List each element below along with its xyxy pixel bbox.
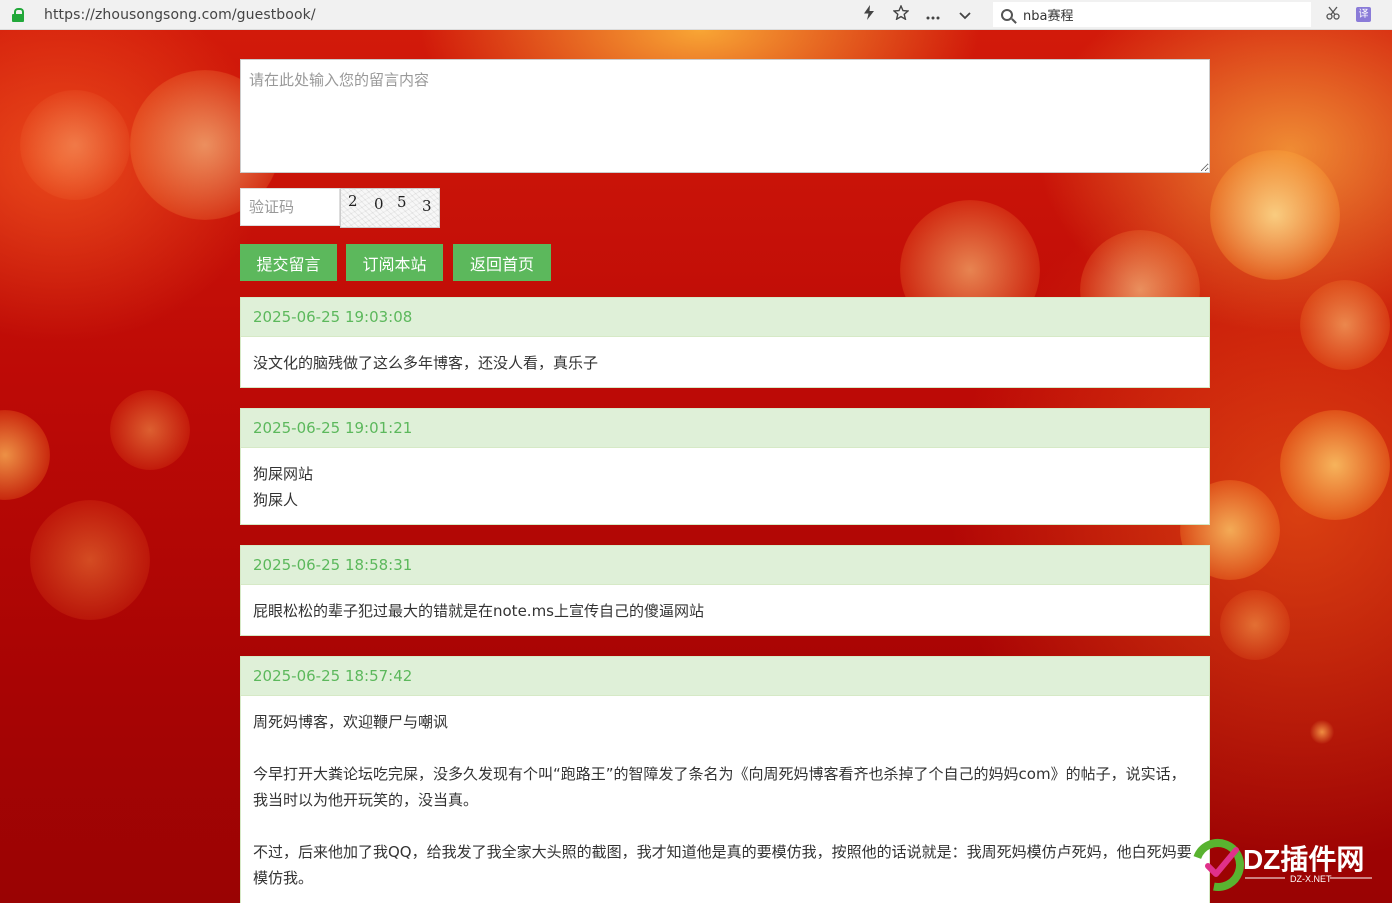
comment-blank-line [253, 735, 1197, 761]
captcha-char: 0 [374, 195, 384, 213]
comment-line: 狗屎人 [253, 491, 299, 509]
browser-toolbar: https://zhousongsong.com/guestbook/ nba赛… [0, 0, 1392, 30]
comment-timestamp: 2025-06-25 19:01:21 [241, 409, 1209, 448]
chevron-down-icon[interactable] [956, 6, 974, 24]
submit-message-button[interactable]: 提交留言 [240, 244, 337, 281]
dz-watermark-logo: DZ插件网 DZ-X.NET [1192, 839, 1372, 891]
comment-card: 2025-06-25 18:58:31 屁眼松松的辈子犯过最大的错就是在note… [240, 545, 1210, 636]
watermark-brand: DZ插件网 [1243, 844, 1364, 875]
star-icon[interactable] [892, 4, 910, 24]
toolbar-icons [860, 0, 974, 29]
comment-timestamp: 2025-06-25 18:57:42 [241, 657, 1209, 696]
comment-timestamp: 2025-06-25 18:58:31 [241, 546, 1209, 585]
comment-line: 今早打开大粪论坛吃完屎，没多久发现有个叫“跑路王”的智障发了条名为《向周死妈博客… [253, 765, 1186, 809]
url-field[interactable]: https://zhousongsong.com/guestbook/ [44, 7, 316, 23]
translate-extension-icon[interactable]: 译 [1356, 7, 1371, 22]
comment-body: 屁眼松松的辈子犯过最大的错就是在note.ms上宣传自己的傻逼网站 [241, 585, 1209, 636]
captcha-input[interactable] [240, 188, 340, 226]
captcha-char: 3 [422, 197, 432, 215]
comment-timestamp: 2025-06-25 19:03:08 [241, 298, 1209, 337]
bolt-icon[interactable] [860, 5, 878, 24]
captcha-char: 5 [397, 193, 407, 211]
comment-body: 没文化的脑残做了这么多年博客，还没人看，真乐子 [241, 337, 1209, 388]
comment-body: 狗屎网站 狗屎人 [241, 448, 1209, 525]
comment-body: 周死妈博客，欢迎鞭尸与嘲讽 今早打开大粪论坛吃完屎，没多久发现有个叫“跑路王”的… [241, 696, 1209, 903]
more-icon[interactable] [924, 6, 942, 24]
subscribe-button[interactable]: 订阅本站 [346, 244, 443, 281]
comment-card: 2025-06-25 18:57:42 周死妈博客，欢迎鞭尸与嘲讽 今早打开大粪… [240, 656, 1210, 903]
captcha-char: 2 [348, 192, 358, 210]
captcha-image[interactable]: 2 0 5 3 [340, 188, 440, 228]
comment-line: 不过，后来他加了我QQ，给我发了我全家大头照的截图，我才知道他是真的要模仿我，按… [253, 843, 1192, 887]
lock-icon [12, 7, 24, 22]
extension-icons: 译 [1326, 0, 1371, 29]
message-textarea[interactable] [240, 59, 1210, 173]
comment-card: 2025-06-25 19:03:08 没文化的脑残做了这么多年博客，还没人看，… [240, 297, 1210, 388]
back-home-button[interactable]: 返回首页 [453, 244, 551, 281]
watermark-sub: DZ-X.NET [1290, 874, 1332, 884]
search-box[interactable]: nba赛程 [993, 2, 1311, 27]
comment-card: 2025-06-25 19:01:21 狗屎网站 狗屎人 [240, 408, 1210, 525]
scissors-icon[interactable] [1326, 6, 1340, 24]
comment-line: 周死妈博客，欢迎鞭尸与嘲讽 [253, 713, 449, 731]
comment-line: 屁眼松松的辈子犯过最大的错就是在note.ms上宣传自己的傻逼网站 [253, 602, 704, 620]
search-query[interactable]: nba赛程 [1023, 5, 1073, 24]
comment-line: 没文化的脑残做了这么多年博客，还没人看，真乐子 [253, 354, 599, 372]
comment-blank-line [253, 813, 1197, 839]
comment-line: 狗屎网站 [253, 465, 314, 483]
search-icon [1001, 8, 1013, 21]
